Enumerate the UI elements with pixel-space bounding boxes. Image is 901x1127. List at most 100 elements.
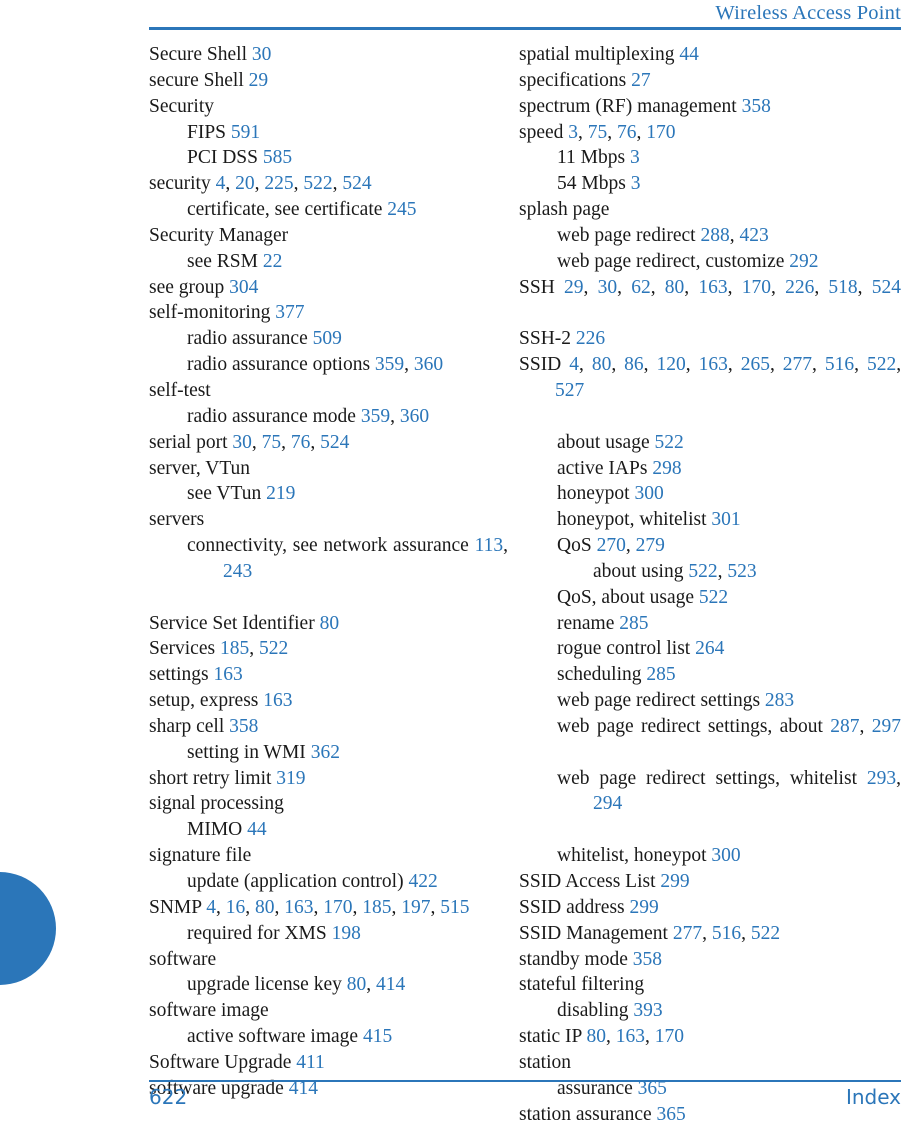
page-reference[interactable]: 62 (631, 277, 651, 298)
page-reference[interactable]: 30 (598, 277, 618, 298)
page-reference[interactable]: 288 (700, 225, 729, 246)
page-reference[interactable]: 44 (679, 44, 699, 65)
page-reference[interactable]: 243 (223, 561, 252, 582)
page-reference[interactable]: 4 (206, 897, 216, 918)
page-reference[interactable]: 293 (867, 768, 896, 789)
page-reference[interactable]: 304 (229, 277, 258, 298)
page-reference[interactable]: 422 (408, 871, 437, 892)
page-reference[interactable]: 358 (229, 716, 258, 737)
page-reference[interactable]: 170 (742, 277, 771, 298)
page-reference[interactable]: 298 (652, 458, 681, 479)
page-reference[interactable]: 522 (867, 354, 896, 375)
page-reference[interactable]: 359 (375, 354, 404, 375)
page-reference[interactable]: 294 (593, 793, 622, 814)
page-reference[interactable]: 80 (592, 354, 612, 375)
page-reference[interactable]: 527 (555, 380, 584, 401)
page-reference[interactable]: 225 (264, 173, 293, 194)
page-reference[interactable]: 277 (673, 923, 702, 944)
page-reference[interactable]: 522 (688, 561, 717, 582)
page-reference[interactable]: 509 (313, 328, 342, 349)
page-reference[interactable]: 358 (633, 949, 662, 970)
page-reference[interactable]: 226 (576, 328, 605, 349)
page-reference[interactable]: 20 (235, 173, 255, 194)
page-reference[interactable]: 524 (872, 277, 901, 298)
page-reference[interactable]: 319 (276, 768, 305, 789)
page-reference[interactable]: 27 (631, 70, 651, 91)
page-reference[interactable]: 359 (361, 406, 390, 427)
page-reference[interactable]: 300 (711, 845, 740, 866)
page-reference[interactable]: 299 (630, 897, 659, 918)
page-reference[interactable]: 301 (711, 509, 740, 530)
page-reference[interactable]: 75 (262, 432, 282, 453)
page-reference[interactable]: 170 (646, 122, 675, 143)
page-reference[interactable]: 29 (564, 277, 584, 298)
page-reference[interactable]: 377 (275, 302, 304, 323)
page-reference[interactable]: 80 (665, 277, 685, 298)
page-reference[interactable]: 522 (654, 432, 683, 453)
page-reference[interactable]: 163 (699, 354, 728, 375)
page-reference[interactable]: 285 (619, 613, 648, 634)
page-reference[interactable]: 358 (742, 96, 771, 117)
page-reference[interactable]: 163 (698, 277, 727, 298)
page-reference[interactable]: 163 (263, 690, 292, 711)
page-reference[interactable]: 170 (655, 1026, 684, 1047)
page-reference[interactable]: 414 (376, 974, 405, 995)
page-reference[interactable]: 393 (633, 1000, 662, 1021)
page-reference[interactable]: 415 (363, 1026, 392, 1047)
page-reference[interactable]: 30 (232, 432, 252, 453)
page-reference[interactable]: 163 (616, 1026, 645, 1047)
page-reference[interactable]: 22 (263, 251, 283, 272)
page-reference[interactable]: 113 (475, 535, 504, 556)
page-reference[interactable]: 80 (587, 1026, 607, 1047)
page-reference[interactable]: 4 (216, 173, 226, 194)
page-reference[interactable]: 279 (636, 535, 665, 556)
page-reference[interactable]: 411 (296, 1052, 325, 1073)
page-reference[interactable]: 362 (311, 742, 340, 763)
page-reference[interactable]: 29 (249, 70, 269, 91)
page-reference[interactable]: 3 (568, 122, 578, 143)
page-reference[interactable]: 80 (320, 613, 340, 634)
page-reference[interactable]: 16 (226, 897, 246, 918)
page-reference[interactable]: 120 (657, 354, 686, 375)
page-reference[interactable]: 4 (569, 354, 579, 375)
page-reference[interactable]: 270 (597, 535, 626, 556)
page-reference[interactable]: 516 (712, 923, 741, 944)
page-reference[interactable]: 185 (362, 897, 391, 918)
page-reference[interactable]: 516 (825, 354, 854, 375)
page-reference[interactable]: 285 (646, 664, 675, 685)
page-reference[interactable]: 3 (631, 173, 641, 194)
page-reference[interactable]: 287 (830, 716, 859, 737)
page-reference[interactable]: 585 (263, 147, 292, 168)
page-reference[interactable]: 523 (727, 561, 756, 582)
page-reference[interactable]: 75 (588, 122, 608, 143)
page-reference[interactable]: 292 (789, 251, 818, 272)
page-reference[interactable]: 76 (617, 122, 637, 143)
page-reference[interactable]: 80 (347, 974, 367, 995)
page-reference[interactable]: 219 (266, 483, 295, 504)
page-reference[interactable]: 299 (660, 871, 689, 892)
page-reference[interactable]: 170 (323, 897, 352, 918)
page-reference[interactable]: 30 (252, 44, 272, 65)
page-reference[interactable]: 76 (291, 432, 311, 453)
page-reference[interactable]: 226 (785, 277, 814, 298)
page-reference[interactable]: 360 (400, 406, 429, 427)
page-reference[interactable]: 283 (765, 690, 794, 711)
page-reference[interactable]: 185 (220, 638, 249, 659)
page-reference[interactable]: 86 (624, 354, 644, 375)
page-reference[interactable]: 522 (751, 923, 780, 944)
page-reference[interactable]: 163 (284, 897, 313, 918)
page-reference[interactable]: 522 (699, 587, 728, 608)
page-reference[interactable]: 360 (414, 354, 443, 375)
page-reference[interactable]: 3 (630, 147, 640, 168)
page-reference[interactable]: 198 (332, 923, 361, 944)
page-reference[interactable]: 277 (783, 354, 812, 375)
page-reference[interactable]: 80 (255, 897, 275, 918)
page-reference[interactable]: 245 (387, 199, 416, 220)
page-reference[interactable]: 524 (342, 173, 371, 194)
page-reference[interactable]: 591 (231, 122, 260, 143)
page-reference[interactable]: 264 (695, 638, 724, 659)
page-reference[interactable]: 522 (303, 173, 332, 194)
page-reference[interactable]: 265 (741, 354, 770, 375)
page-reference[interactable]: 524 (320, 432, 349, 453)
page-reference[interactable]: 297 (872, 716, 901, 737)
